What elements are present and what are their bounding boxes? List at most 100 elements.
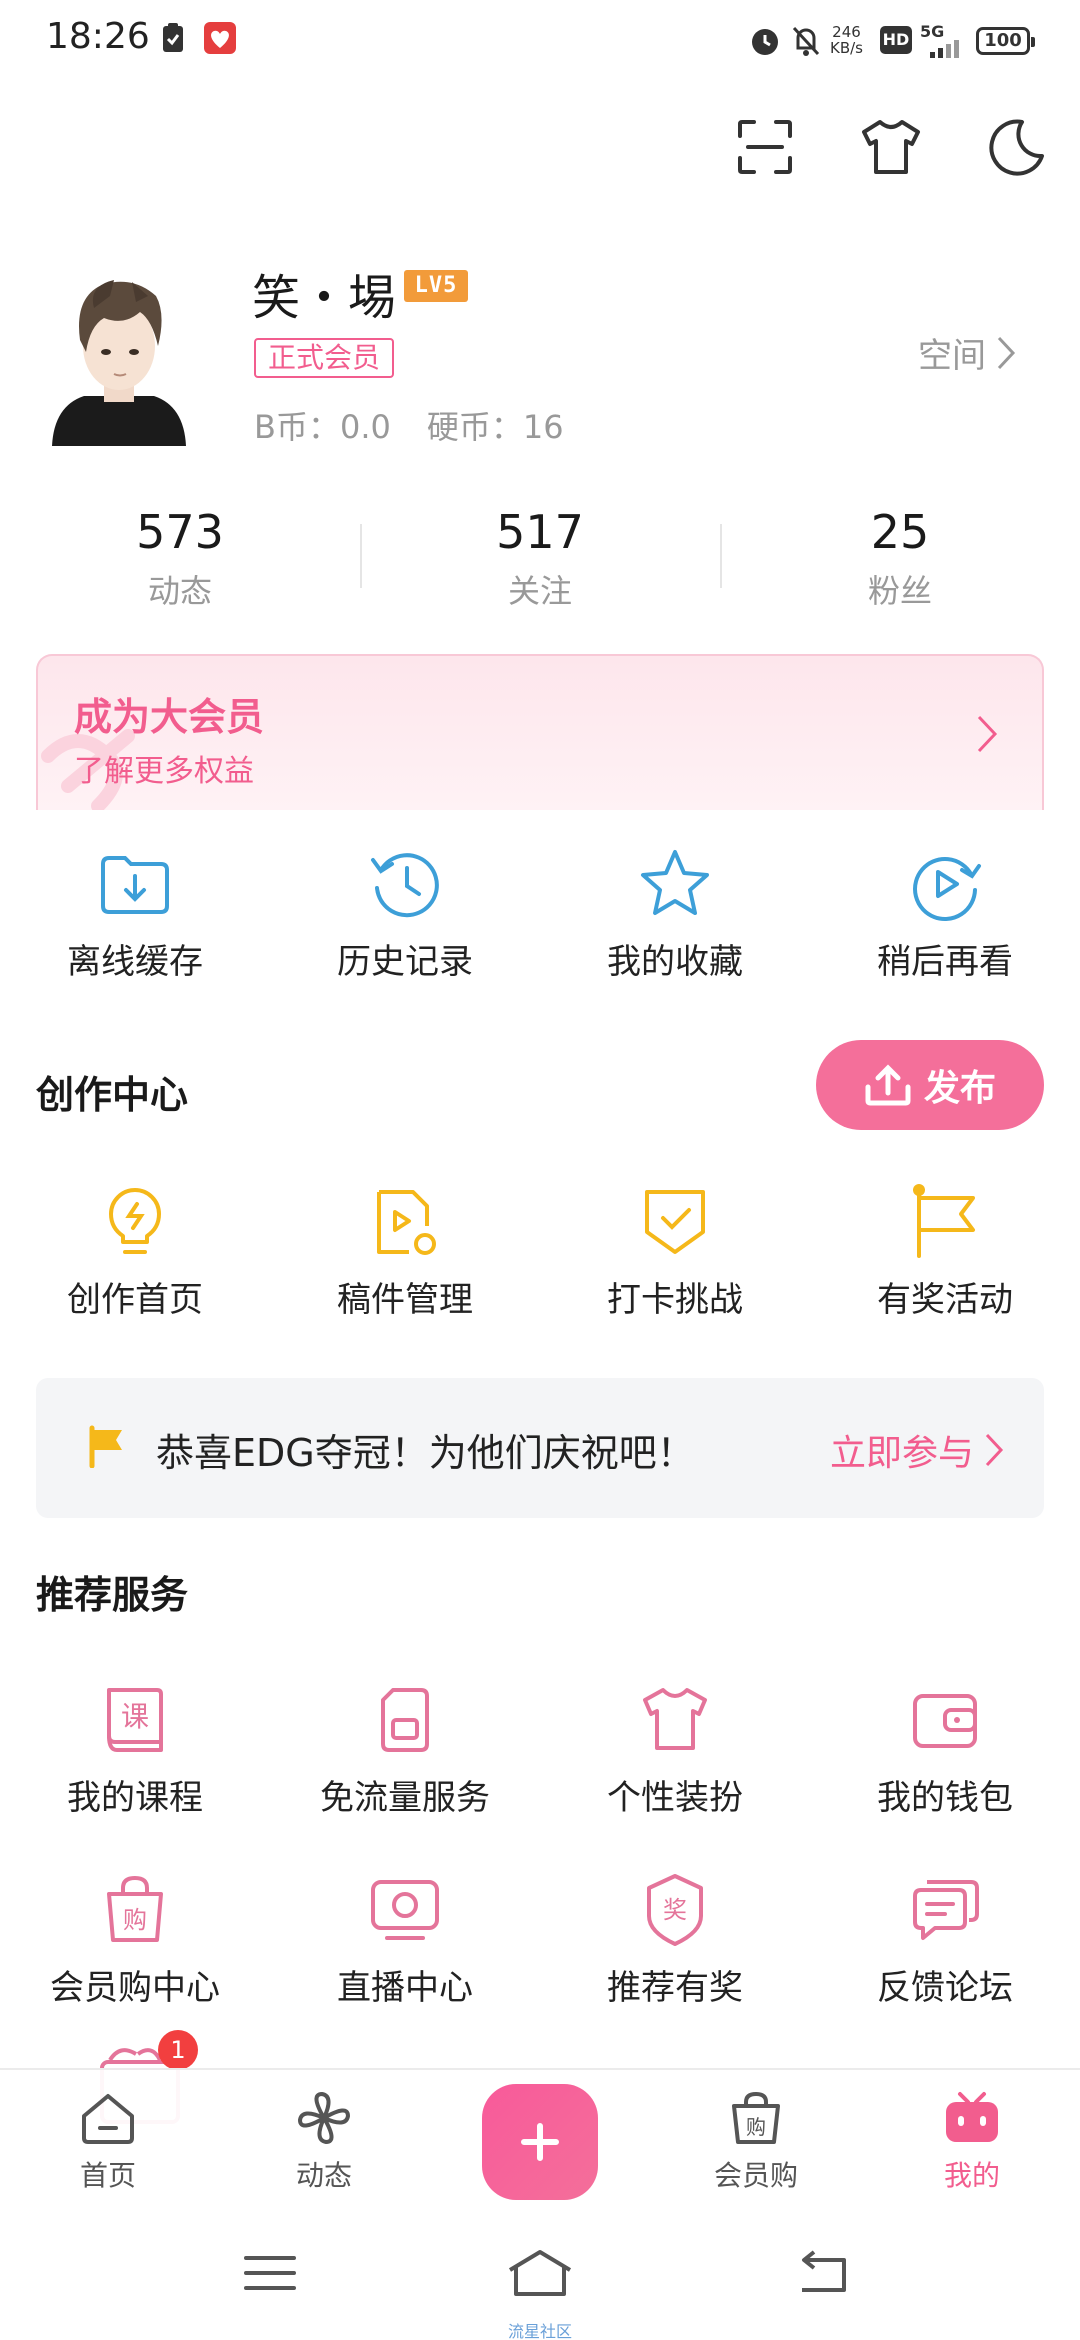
services-title: 推荐服务 <box>36 1573 189 1617</box>
shopping-bag-icon: 购 <box>107 1875 163 1942</box>
app-heart-icon <box>204 22 236 54</box>
hd-badge: HD <box>880 26 912 54</box>
chevron-right-icon <box>997 336 1016 369</box>
space-link[interactable]: 空间 <box>918 328 1016 377</box>
quick-action-watch-later[interactable]: 稍后再看 <box>810 844 1080 983</box>
service-label: 我的课程 <box>67 1778 203 1818</box>
chevron-right-icon <box>977 715 998 753</box>
home-icon <box>82 2094 134 2144</box>
event-banner[interactable]: 恭喜EDG夺冠！为他们庆祝吧！ 立即参与 <box>36 1378 1044 1518</box>
theme-tshirt-icon[interactable] <box>856 112 926 182</box>
nav-label: 首页 <box>79 2159 136 2192</box>
network-type: 5G <box>920 22 945 41</box>
notification-badge: 1 <box>158 2030 198 2070</box>
creation-items: 创作首页 稿件管理 打卡挑战 有奖活动 <box>0 1182 1080 1321</box>
nav-dynamics[interactable]: 动态 <box>216 2070 432 2208</box>
service-label: 推荐有奖 <box>607 1968 743 2008</box>
net-speed: 246 KB/s <box>830 24 863 56</box>
net-speed-unit: KB/s <box>830 39 863 57</box>
vip-banner-subtitle: 了解更多权益 <box>74 754 254 789</box>
net-speed-value: 246 <box>832 23 861 41</box>
upload-icon <box>865 1064 911 1106</box>
stat-label: 动态 <box>147 572 212 610</box>
quick-action-label: 离线缓存 <box>67 942 203 982</box>
event-join-link[interactable]: 立即参与 <box>830 1424 1004 1476</box>
nav-vip-shop[interactable]: 购 会员购 <box>648 2070 864 2208</box>
service-vip-shop[interactable]: 购 会员购中心 <box>0 1870 270 2009</box>
quick-action-favorites[interactable]: 我的收藏 <box>540 844 810 983</box>
service-free-data[interactable]: 免流量服务 <box>270 1680 540 1819</box>
quick-action-label: 历史记录 <box>337 942 473 982</box>
service-personal-skin[interactable]: 个性装扮 <box>540 1680 810 1819</box>
stat-following[interactable]: 517 关注 <box>360 502 720 622</box>
service-live-center[interactable]: 直播中心 <box>270 1870 540 2009</box>
creation-check-in[interactable]: 打卡挑战 <box>540 1182 810 1321</box>
creation-label: 打卡挑战 <box>607 1280 743 1320</box>
services-row-1: 课 我的课程 免流量服务 个性装扮 我的钱包 <box>0 1680 1080 1819</box>
system-home-icon[interactable] <box>504 2248 576 2298</box>
course-book-icon: 课 <box>107 1688 163 1752</box>
favorites-star-icon <box>641 850 709 915</box>
stat-label: 粉丝 <box>867 572 932 610</box>
vip-status-tag[interactable]: 正式会员 <box>254 338 395 378</box>
stat-dynamics[interactable]: 573 动态 <box>0 502 360 622</box>
service-label: 免流量服务 <box>320 1778 490 1818</box>
wallet-icon <box>913 1694 977 1748</box>
creation-rewards[interactable]: 有奖活动 <box>810 1182 1080 1321</box>
nav-create[interactable] <box>432 2070 648 2208</box>
alarm-icon <box>752 29 778 55</box>
clipboard-check-icon <box>163 23 183 52</box>
stat-followers[interactable]: 25 粉丝 <box>720 502 1080 622</box>
bilibili-tv-icon <box>946 2092 998 2142</box>
nav-mine[interactable]: 我的 <box>864 2070 1080 2208</box>
status-time: 18:26 <box>46 16 150 57</box>
publish-label: 发布 <box>923 1068 996 1109</box>
night-mode-moon-icon[interactable] <box>980 112 1050 182</box>
plus-icon <box>521 2123 559 2161</box>
username[interactable]: 笑・埸 <box>252 258 396 328</box>
profile-stats: 573 动态 517 关注 25 粉丝 <box>0 502 1080 622</box>
battery-indicator: 100 <box>976 27 1035 55</box>
menu-icon[interactable] <box>240 2248 300 2298</box>
creation-label: 创作首页 <box>67 1280 203 1320</box>
b-coin-balance: B币：0.0 <box>254 408 391 446</box>
avatar[interactable] <box>44 256 194 446</box>
creation-label: 有奖活动 <box>877 1280 1013 1320</box>
stat-value: 517 <box>496 505 584 559</box>
tshirt-icon <box>643 1688 707 1750</box>
service-label: 我的钱包 <box>877 1778 1013 1818</box>
service-label: 个性装扮 <box>607 1778 743 1818</box>
bottom-navigation: 首页 动态 购 会员购 我的 <box>0 2068 1080 2208</box>
nav-home[interactable]: 首页 <box>0 2070 216 2208</box>
scan-icon[interactable] <box>730 112 800 182</box>
quick-action-label: 我的收藏 <box>607 942 743 982</box>
check-in-shield-icon <box>645 1190 705 1254</box>
creation-home[interactable]: 创作首页 <box>0 1182 270 1321</box>
manuscript-icon <box>377 1190 436 1255</box>
feedback-chat-icon <box>913 1880 979 1940</box>
service-feedback-forum[interactable]: 反馈论坛 <box>810 1870 1080 2009</box>
stat-value: 25 <box>870 505 930 559</box>
shop-bag-icon: 购 <box>732 2091 780 2144</box>
creation-manuscripts[interactable]: 稿件管理 <box>270 1182 540 1321</box>
service-label: 会员购中心 <box>50 1968 220 2008</box>
event-cta-label: 立即参与 <box>829 1433 974 1474</box>
sim-card-icon <box>381 1688 429 1752</box>
quick-action-history[interactable]: 历史记录 <box>270 844 540 983</box>
back-icon[interactable] <box>792 2248 852 2298</box>
lightbulb-icon <box>109 1188 161 1254</box>
service-wallet[interactable]: 我的钱包 <box>810 1680 1080 1819</box>
svg-text:购: 购 <box>123 1906 147 1934</box>
service-my-courses[interactable]: 课 我的课程 <box>0 1680 270 1819</box>
svg-text:奖: 奖 <box>663 1896 687 1924</box>
reward-badge-icon: 奖 <box>647 1874 703 1946</box>
vip-upgrade-banner[interactable]: 成为大会员 了解更多权益 <box>36 654 1044 810</box>
service-label: 直播中心 <box>337 1968 473 2008</box>
nav-label: 会员购 <box>713 2159 798 2192</box>
create-plus-button[interactable] <box>482 2084 598 2200</box>
publish-button[interactable]: 发布 <box>816 1040 1044 1130</box>
chevron-right-icon <box>985 1433 1004 1467</box>
service-referral-reward[interactable]: 奖 推荐有奖 <box>540 1870 810 2009</box>
svg-text:课: 课 <box>121 1700 149 1733</box>
quick-action-offline-cache[interactable]: 离线缓存 <box>0 844 270 983</box>
